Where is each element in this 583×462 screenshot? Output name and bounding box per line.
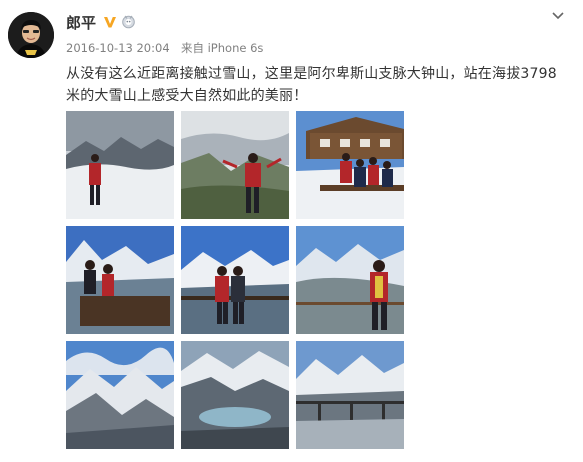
photo-4[interactable] <box>66 226 174 334</box>
photo-1[interactable] <box>66 111 174 219</box>
post-timestamp[interactable]: 2016-10-13 20:04 <box>66 41 170 55</box>
photo-5[interactable] <box>181 226 289 334</box>
photo-8[interactable] <box>181 341 289 449</box>
photo-6[interactable] <box>296 226 404 334</box>
v-verified-icon <box>104 17 116 28</box>
photo-7[interactable] <box>66 341 174 449</box>
photo-2[interactable] <box>181 111 289 219</box>
post-source-device[interactable]: iPhone 6s <box>208 41 264 55</box>
photo-grid <box>66 111 404 449</box>
username[interactable]: 郎平 <box>66 14 96 32</box>
medal-icon[interactable] <box>121 14 136 29</box>
post-meta: 2016-10-13 20:04 来自 iPhone 6s <box>66 41 263 55</box>
avatar[interactable] <box>8 12 54 58</box>
post-source-prefix: 来自 <box>180 41 204 55</box>
photo-9[interactable] <box>296 341 404 449</box>
chevron-down-icon[interactable] <box>551 11 565 21</box>
post-text: 从没有这么近距离接触过雪山，这里是阿尔卑斯山支脉大钟山，站在海拔3798米的大雪… <box>66 66 557 104</box>
weibo-post-card: 郎平 2016-10-13 20:04 来自 iPhone 6s 从没有这么近距… <box>0 0 583 462</box>
photo-3[interactable] <box>296 111 404 219</box>
